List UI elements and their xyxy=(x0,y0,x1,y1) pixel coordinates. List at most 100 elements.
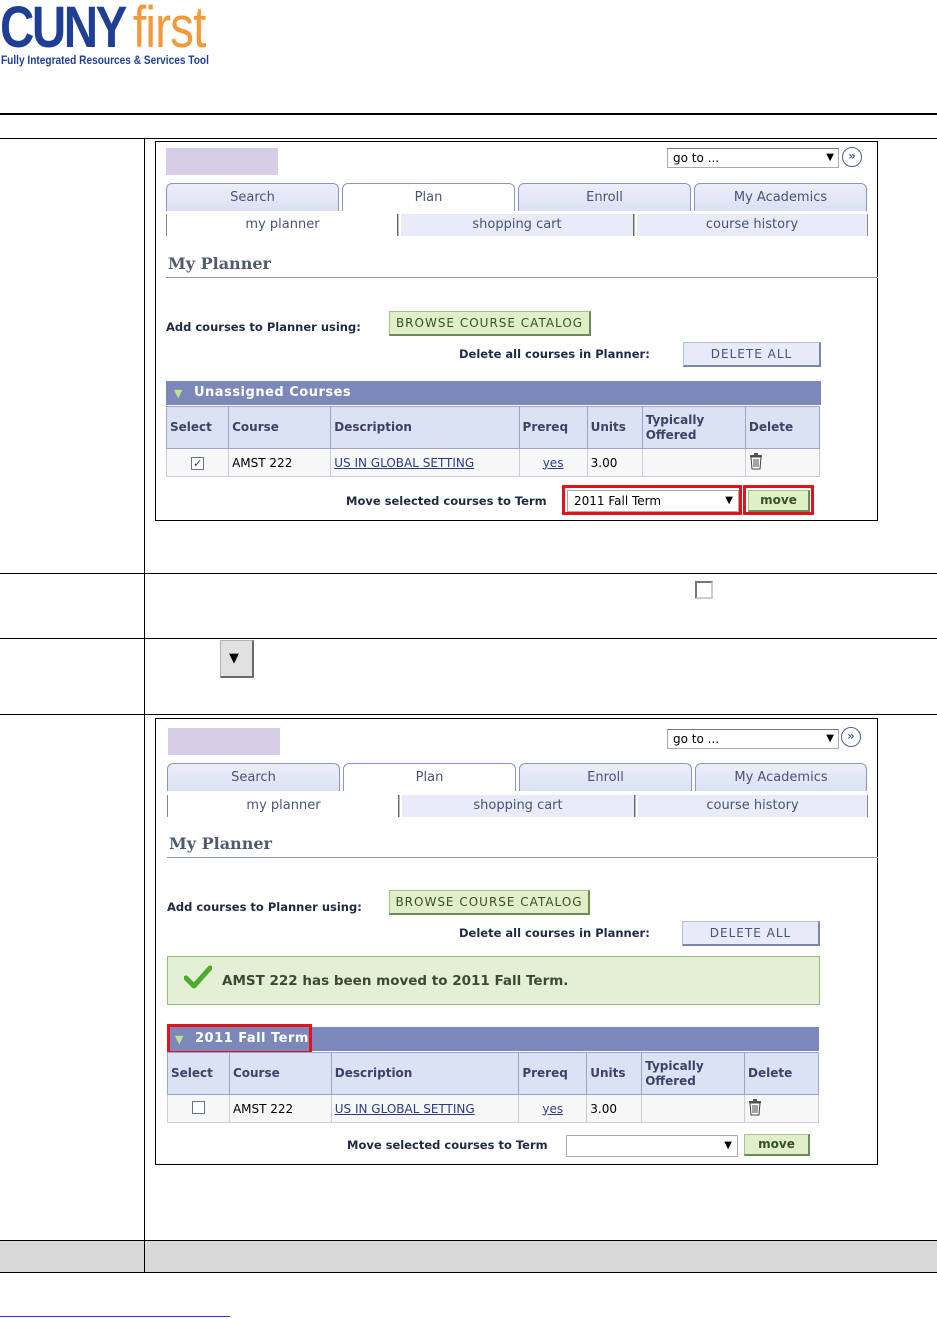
col-course: Course xyxy=(228,1052,332,1095)
col-units: Units xyxy=(586,1052,643,1095)
tab-enroll[interactable]: Enroll xyxy=(518,183,691,211)
col-description: Description xyxy=(330,1052,520,1095)
subtab-divider xyxy=(633,214,635,236)
tab-my-academics[interactable]: My Academics xyxy=(694,183,867,211)
chevron-down-icon: ▼ xyxy=(826,152,834,163)
col-delete: Delete xyxy=(744,406,821,449)
goto-go-icon[interactable]: » xyxy=(842,147,862,167)
highlight-term-title xyxy=(167,1024,312,1054)
trash-icon[interactable] xyxy=(749,453,763,470)
delete-all-label: Delete all courses in Planner: xyxy=(459,347,650,361)
course-cell: AMST 222 xyxy=(228,448,332,477)
col-prereq: Prereq xyxy=(518,1052,588,1095)
units-cell: 3.00 xyxy=(586,1094,643,1123)
screenshot-after: go to ... ▼ » Search Plan Enroll My Acad… xyxy=(155,718,878,1165)
col-select: Select xyxy=(167,1052,230,1095)
browse-course-catalog-button[interactable]: BROWSE COURSE CATALOG xyxy=(389,890,590,915)
logo-first-text: first xyxy=(133,0,206,60)
tab-enroll[interactable]: Enroll xyxy=(519,763,692,791)
col-delete: Delete xyxy=(744,1052,819,1095)
delete-all-button[interactable]: DELETE ALL xyxy=(683,342,821,367)
prereq-link[interactable]: yes xyxy=(543,456,564,470)
col-description: Description xyxy=(330,406,520,449)
goto-go-icon[interactable]: » xyxy=(841,727,861,747)
subtab-divider xyxy=(397,214,399,236)
page-title: My Planner xyxy=(169,834,272,853)
subtab-shopping-cart[interactable]: shopping cart xyxy=(401,214,633,236)
prereq-link[interactable]: yes xyxy=(542,1102,563,1116)
delete-cell xyxy=(744,448,821,477)
dropdown-arrow-icon: ▼ xyxy=(220,640,254,678)
subtab-my-planner[interactable]: my planner xyxy=(167,795,399,817)
tab-my-academics[interactable]: My Academics xyxy=(695,763,867,791)
prereq-cell: yes xyxy=(518,448,588,477)
col-select: Select xyxy=(165,406,230,449)
move-button[interactable]: move xyxy=(744,1134,810,1156)
header-divider xyxy=(0,113,937,115)
units-cell: 3.00 xyxy=(586,448,643,477)
table-row: ✓ AMST 222 US IN GLOBAL SETTING yes 3.00 xyxy=(165,448,821,477)
select-cell: ✓ xyxy=(165,448,230,477)
tab-search[interactable]: Search xyxy=(167,763,340,791)
col-course: Course xyxy=(228,406,332,449)
select-cell xyxy=(167,1094,230,1123)
highlight-move-button xyxy=(743,485,814,515)
typically-offered-cell xyxy=(641,1094,746,1123)
move-selected-label: Move selected courses to Term xyxy=(346,494,547,508)
page-title: My Planner xyxy=(168,254,271,273)
user-name-pill xyxy=(166,148,278,175)
collapse-triangle-icon[interactable]: ▼ xyxy=(174,382,183,406)
select-checkbox-checked[interactable]: ✓ xyxy=(191,456,205,470)
subtab-divider xyxy=(634,795,636,817)
grid-header-row: Select Course Description Prereq Units T… xyxy=(167,1052,819,1095)
col-prereq: Prereq xyxy=(518,406,588,449)
grid-title-bar: ▼ Unassigned Courses xyxy=(166,381,821,405)
subtab-my-planner[interactable]: my planner xyxy=(166,214,398,236)
delete-all-button[interactable]: DELETE ALL xyxy=(682,921,820,946)
trash-icon[interactable] xyxy=(748,1099,762,1116)
term-select[interactable]: ▼ xyxy=(566,1135,738,1157)
subtab-course-history[interactable]: course history xyxy=(638,795,868,817)
chevron-down-icon: ▼ xyxy=(826,733,834,744)
add-courses-label: Add courses to Planner using: xyxy=(166,320,361,334)
goto-select[interactable]: go to ... ▼ xyxy=(667,729,839,749)
screenshot-before: go to ... ▼ » Search Plan Enroll My Acad… xyxy=(155,141,878,521)
success-message: AMST 222 has been moved to 2011 Fall Ter… xyxy=(167,956,820,1005)
chevron-down-icon: ▼ xyxy=(724,1140,732,1151)
title-divider xyxy=(166,277,878,278)
browse-course-catalog-button[interactable]: BROWSE COURSE CATALOG xyxy=(389,311,591,336)
step-row-2 xyxy=(0,573,937,638)
add-courses-label: Add courses to Planner using: xyxy=(167,900,362,914)
title-divider xyxy=(167,857,878,858)
success-message-text: AMST 222 has been moved to 2011 Fall Ter… xyxy=(222,973,569,989)
logo-subtitle: Fully Integrated Resources & Services To… xyxy=(1,55,209,67)
select-checkbox[interactable] xyxy=(191,1100,205,1114)
description-link[interactable]: US IN GLOBAL SETTING xyxy=(334,456,474,470)
cunyfirst-logo: CUNY first Fully Integrated Resources & … xyxy=(0,0,240,72)
col-typically-offered: Typically Offered xyxy=(641,406,746,449)
move-selected-label: Move selected courses to Term xyxy=(347,1138,548,1152)
tab-plan[interactable]: Plan xyxy=(342,183,515,211)
goto-select[interactable]: go to ... ▼ xyxy=(667,148,839,168)
delete-all-label: Delete all courses in Planner: xyxy=(459,926,650,940)
description-cell: US IN GLOBAL SETTING xyxy=(330,1094,520,1123)
tab-plan[interactable]: Plan xyxy=(343,763,516,791)
typically-offered-cell xyxy=(641,448,746,477)
user-name-pill xyxy=(168,728,280,755)
description-link[interactable]: US IN GLOBAL SETTING xyxy=(335,1102,475,1116)
goto-select-value: go to ... xyxy=(673,732,720,746)
col-units: Units xyxy=(586,406,643,449)
footer-link[interactable] xyxy=(0,1316,230,1317)
checkbox-unchecked-icon xyxy=(695,581,713,599)
subtab-shopping-cart[interactable]: shopping cart xyxy=(402,795,634,817)
logo-cuny-text: CUNY xyxy=(0,0,127,60)
checkmark-icon xyxy=(183,965,213,993)
step-row-5 xyxy=(0,1240,937,1273)
course-cell: AMST 222 xyxy=(228,1094,332,1123)
subtab-course-history[interactable]: course history xyxy=(637,214,868,236)
tab-search[interactable]: Search xyxy=(166,183,339,211)
col-typically-offered: Typically Offered xyxy=(641,1052,746,1095)
courses-grid: Select Course Description Prereq Units T… xyxy=(165,406,821,477)
highlight-term-select xyxy=(562,485,742,515)
grid-title: Unassigned Courses xyxy=(194,385,352,400)
